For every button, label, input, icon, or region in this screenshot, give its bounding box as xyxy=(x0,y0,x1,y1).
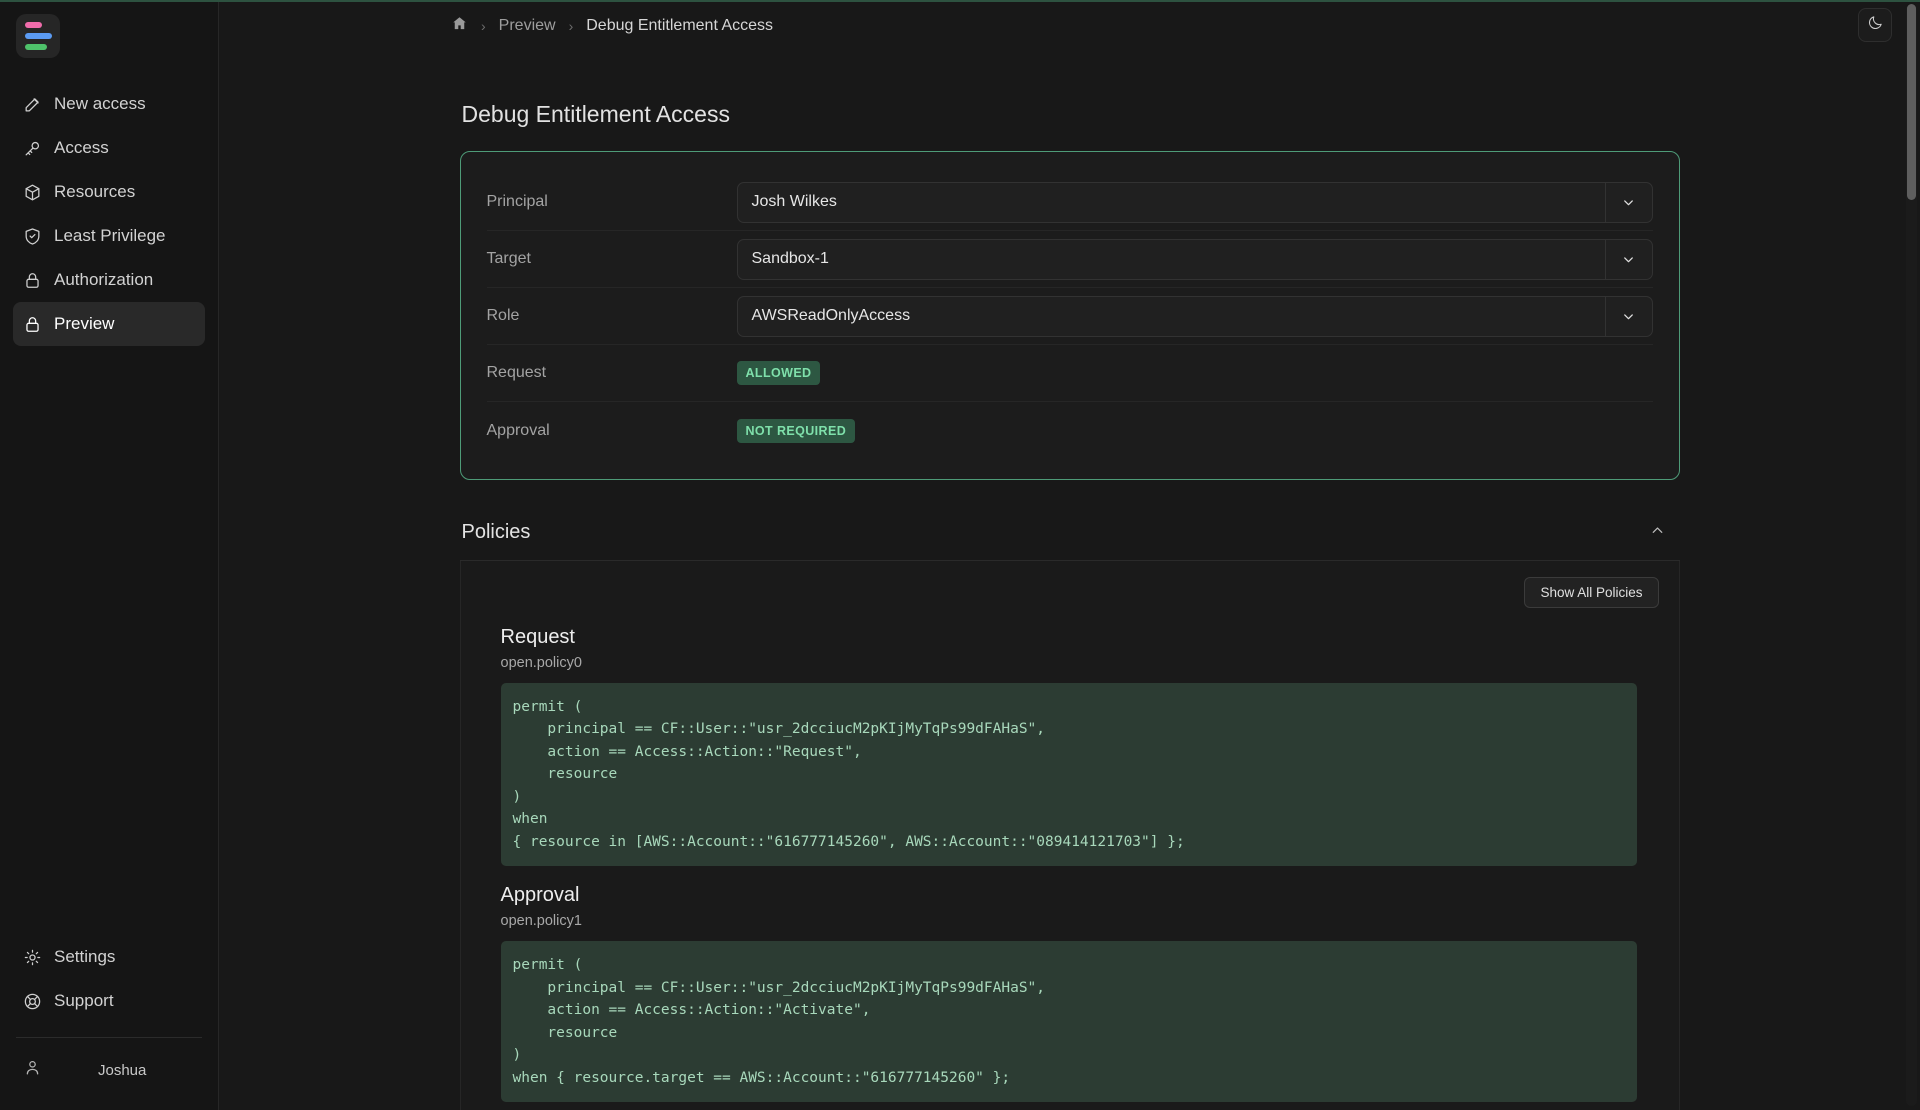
field-label: Target xyxy=(487,250,737,268)
sidebar-item-label: Settings xyxy=(54,947,115,967)
person-icon xyxy=(23,1058,42,1082)
sidebar-item-resources[interactable]: Resources xyxy=(13,170,205,214)
page-title: Debug Entitlement Access xyxy=(462,101,1680,128)
chevron-down-icon[interactable] xyxy=(1605,240,1652,279)
sidebar-item-label: New access xyxy=(54,94,146,114)
status-badge-request: ALLOWED xyxy=(737,361,821,385)
sidebar-item-label: Least Privilege xyxy=(54,226,166,246)
policies-section-header[interactable]: Policies xyxy=(460,511,1680,561)
target-select[interactable]: Sandbox-1 xyxy=(737,239,1653,280)
policies-section-body: Show All Policies Request open.policy0 p… xyxy=(460,561,1680,1110)
lifebuoy-icon xyxy=(23,992,42,1011)
sidebar-item-label: Support xyxy=(54,991,114,1011)
pencil-square-icon xyxy=(23,95,42,114)
chevron-down-icon[interactable] xyxy=(1605,297,1652,336)
principal-value: Josh Wilkes xyxy=(738,193,1605,211)
debug-result-card: Principal Josh Wilkes Target xyxy=(460,151,1680,480)
form-row-target: Target Sandbox-1 xyxy=(487,231,1653,288)
role-value: AWSReadOnlyAccess xyxy=(738,307,1605,325)
scrollbar-thumb[interactable] xyxy=(1907,4,1916,200)
policy-request: Request open.policy0 permit ( principal … xyxy=(481,626,1659,866)
sidebar-item-support[interactable]: Support xyxy=(13,979,205,1023)
topbar: › Preview › Debug Entitlement Access xyxy=(219,0,1920,51)
status-badge-approval: NOT REQUIRED xyxy=(737,419,856,443)
sidebar-item-preview[interactable]: Preview xyxy=(13,302,205,346)
field-label: Request xyxy=(487,364,737,382)
policy-approval: Approval open.policy1 permit ( principal… xyxy=(481,884,1659,1102)
field-label: Principal xyxy=(487,193,737,211)
scroll-area: Debug Entitlement Access Principal Josh … xyxy=(219,51,1920,1110)
sidebar-item-label: Preview xyxy=(54,314,114,334)
sidebar-user-name: Joshua xyxy=(98,1062,146,1079)
sidebar-bottom: Settings Support Joshua xyxy=(0,935,218,1110)
sidebar-user-row[interactable]: Joshua xyxy=(13,1048,205,1092)
breadcrumb-current: Debug Entitlement Access xyxy=(586,17,773,35)
policy-heading: Approval xyxy=(501,884,1659,907)
logo-bar-blue xyxy=(25,33,52,39)
policies-toolbar: Show All Policies xyxy=(481,577,1659,608)
chevron-down-icon[interactable] xyxy=(1605,183,1652,222)
show-all-policies-button[interactable]: Show All Policies xyxy=(1524,577,1658,608)
sidebar-item-authorization[interactable]: Authorization xyxy=(13,258,205,302)
sidebar-item-access[interactable]: Access xyxy=(13,126,205,170)
lock-icon xyxy=(23,315,42,334)
gear-icon xyxy=(23,948,42,967)
form-row-role: Role AWSReadOnlyAccess xyxy=(487,288,1653,345)
theme-toggle-button[interactable] xyxy=(1858,8,1892,42)
policies-section: Policies Show All Policies Request open.… xyxy=(460,511,1680,1110)
form-row-request: Request ALLOWED xyxy=(487,345,1653,402)
sidebar: New access Access Resources Least Privil… xyxy=(0,0,219,1110)
key-icon xyxy=(23,139,42,158)
app-logo[interactable] xyxy=(16,14,60,58)
shield-check-icon xyxy=(23,227,42,246)
field-label: Role xyxy=(487,307,737,325)
sidebar-item-label: Resources xyxy=(54,182,135,202)
sidebar-nav: New access Access Resources Least Privil… xyxy=(0,82,218,346)
breadcrumb-separator: › xyxy=(481,18,486,34)
page-content: Debug Entitlement Access Principal Josh … xyxy=(460,51,1680,1110)
logo-container[interactable] xyxy=(0,0,218,58)
breadcrumb-separator: › xyxy=(569,18,574,34)
sidebar-item-label: Authorization xyxy=(54,270,153,290)
principal-select[interactable]: Josh Wilkes xyxy=(737,182,1653,223)
sidebar-item-settings[interactable]: Settings xyxy=(13,935,205,979)
field-label: Approval xyxy=(487,422,737,440)
policy-heading: Request xyxy=(501,626,1659,649)
policy-code-block: permit ( principal == CF::User::"usr_2dc… xyxy=(501,683,1637,866)
form-row-approval: Approval NOT REQUIRED xyxy=(487,402,1653,459)
breadcrumb-parent[interactable]: Preview xyxy=(499,17,556,35)
home-icon[interactable] xyxy=(451,15,468,37)
sidebar-item-new-access[interactable]: New access xyxy=(13,82,205,126)
section-title: Policies xyxy=(462,521,531,544)
policy-subtitle: open.policy0 xyxy=(501,655,1659,671)
lock-icon xyxy=(23,271,42,290)
logo-bar-pink xyxy=(25,22,42,28)
sidebar-item-label: Access xyxy=(54,138,109,158)
breadcrumb: › Preview › Debug Entitlement Access xyxy=(451,15,773,37)
sidebar-item-least-privilege[interactable]: Least Privilege xyxy=(13,214,205,258)
vertical-scrollbar[interactable] xyxy=(1906,4,1917,1106)
target-value: Sandbox-1 xyxy=(738,250,1605,268)
policy-code-block: permit ( principal == CF::User::"usr_2dc… xyxy=(501,941,1637,1102)
form-row-principal: Principal Josh Wilkes xyxy=(487,174,1653,231)
role-select[interactable]: AWSReadOnlyAccess xyxy=(737,296,1653,337)
sidebar-divider xyxy=(16,1037,202,1038)
main-area: › Preview › Debug Entitlement Access Deb… xyxy=(219,0,1920,1110)
logo-bar-green xyxy=(25,44,47,50)
cube-icon xyxy=(23,183,42,202)
policy-subtitle: open.policy1 xyxy=(501,913,1659,929)
top-accent-line xyxy=(0,0,1920,2)
moon-icon xyxy=(1867,14,1884,36)
chevron-up-icon[interactable] xyxy=(1649,522,1666,544)
